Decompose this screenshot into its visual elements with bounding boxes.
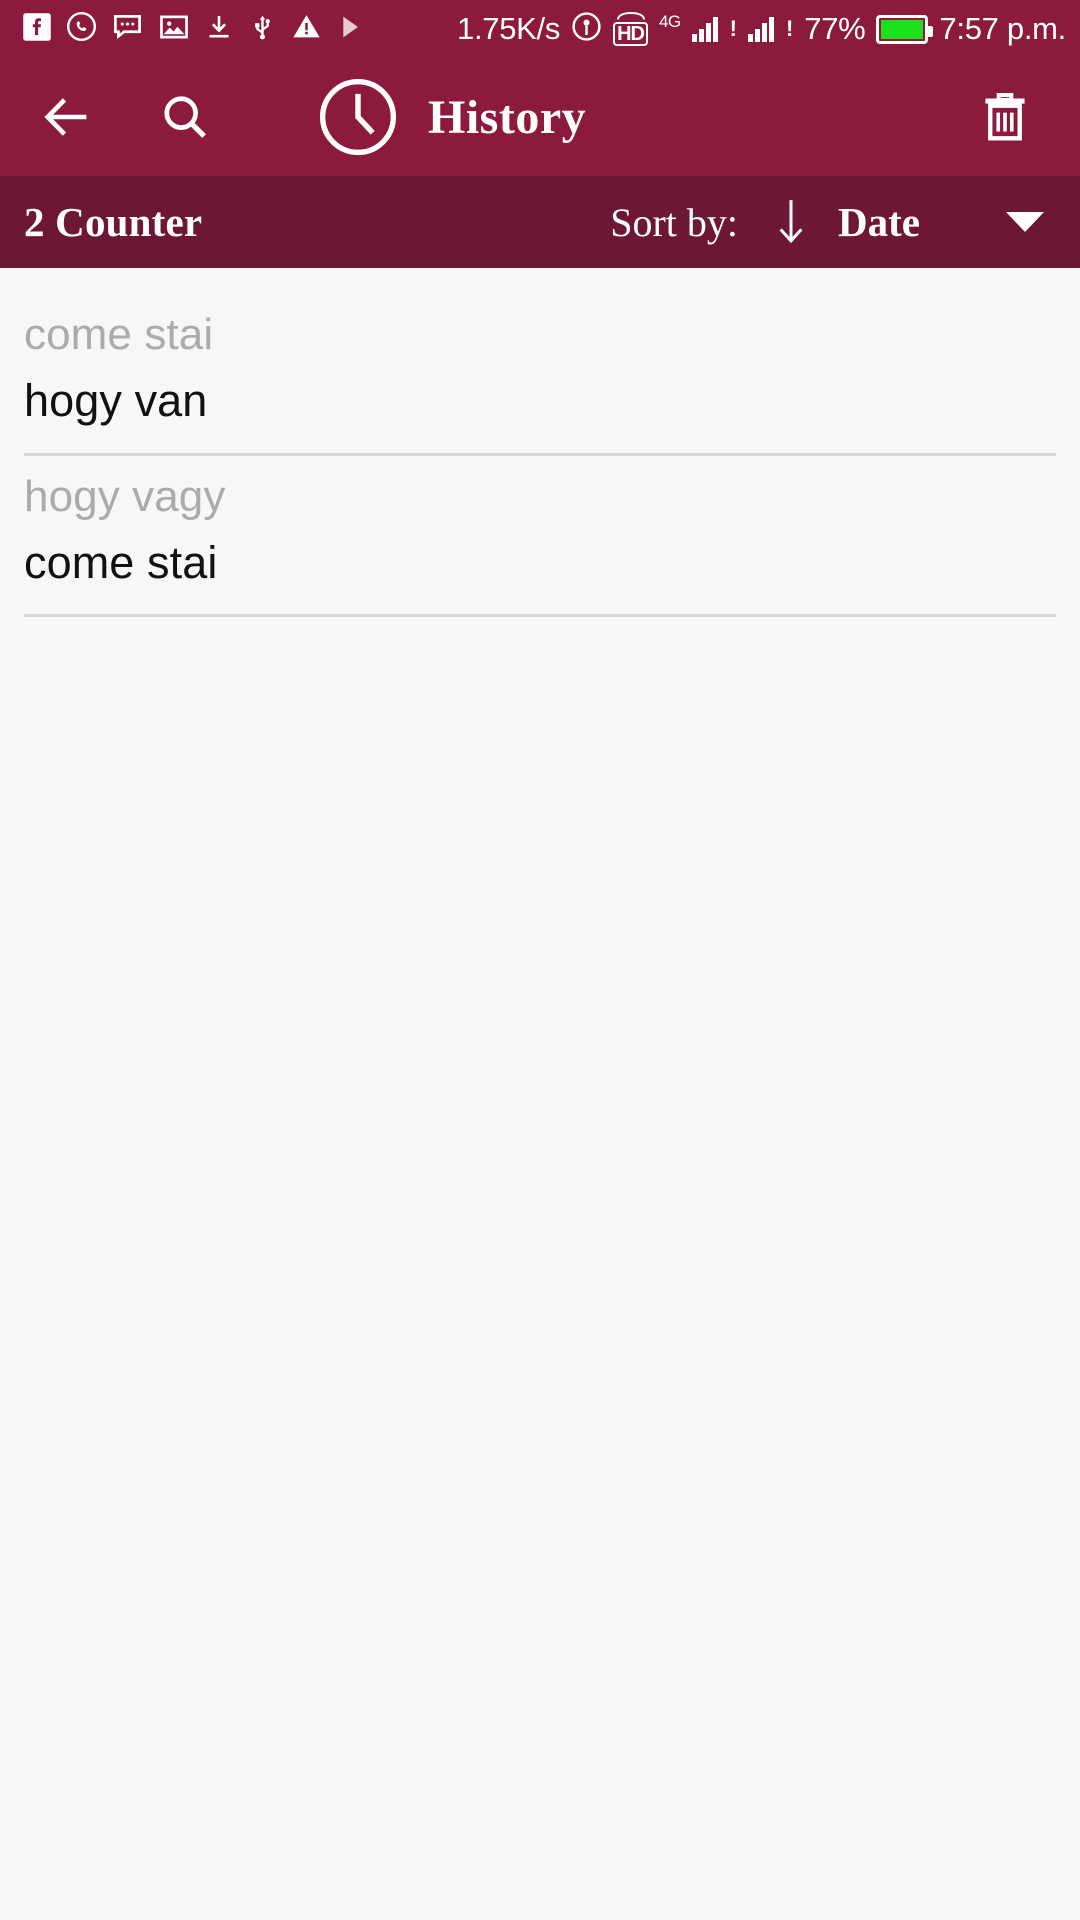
signal-alert-sim2: !	[785, 16, 794, 41]
clock-label: 7:57 p.m.	[939, 11, 1066, 46]
message-icon	[111, 10, 144, 48]
download-icon	[204, 12, 234, 47]
phone-screen: 1.75K/s HD 4G ! ! 77% 7:57 p.m. History …	[0, 0, 1080, 1920]
hd-label: HD	[613, 22, 648, 46]
search-button[interactable]	[144, 76, 226, 158]
sort-control[interactable]: Sort by: Date	[610, 197, 1044, 247]
sort-value-label[interactable]: Date	[838, 198, 920, 246]
whatsapp-icon	[66, 11, 97, 47]
network-speed-label: 1.75K/s	[457, 11, 561, 46]
signal-bars-sim2-icon	[747, 16, 774, 42]
list-item[interactable]: hogy vagy come stai	[0, 456, 1080, 618]
image-icon	[158, 11, 190, 48]
history-source-text: hogy vagy	[24, 471, 226, 521]
play-icon	[336, 12, 363, 47]
signal-alert-sim1: !	[729, 16, 737, 41]
history-translation-text: come stai	[24, 536, 218, 588]
status-bar-right-group: 1.75K/s HD 4G ! ! 77% 7:57 p.m.	[457, 11, 1066, 47]
network-type-label: 4G	[658, 12, 681, 31]
caret-down-icon[interactable]	[1006, 212, 1044, 232]
app-bar: History	[0, 58, 1080, 176]
sort-bar: 2 Counter Sort by: Date	[0, 176, 1080, 268]
history-list: come stai hogy van hogy vagy come stai	[0, 268, 1080, 618]
hotspot-icon	[571, 11, 602, 47]
signal-bars-sim1-icon	[691, 16, 718, 42]
status-bar-left-icons	[22, 10, 363, 48]
list-item[interactable]: come stai hogy van	[0, 294, 1080, 456]
page-title: History	[428, 90, 587, 144]
history-source-text: come stai	[24, 310, 214, 359]
search-icon	[164, 96, 206, 138]
back-button[interactable]	[26, 76, 108, 158]
battery-icon	[876, 14, 934, 44]
trash-icon	[985, 92, 1025, 141]
clock-icon	[319, 78, 397, 156]
arrow-down-icon	[779, 200, 803, 244]
history-counter-label: 2 Counter	[24, 199, 203, 245]
status-bar: 1.75K/s HD 4G ! ! 77% 7:57 p.m.	[0, 0, 1080, 58]
sort-by-label: Sort by:	[610, 199, 739, 245]
warning-icon	[291, 11, 322, 47]
list-divider	[24, 614, 1056, 618]
battery-percent-label: 77%	[804, 11, 866, 46]
facebook-icon	[22, 12, 52, 47]
usb-icon	[248, 12, 277, 46]
app-bar-title-group: History	[316, 75, 586, 159]
delete-history-button[interactable]	[964, 76, 1046, 158]
volte-hd-icon: HD	[613, 12, 648, 46]
back-arrow-icon	[44, 98, 87, 136]
history-translation-text: hogy van	[24, 375, 208, 427]
sort-direction-button[interactable]	[770, 197, 812, 247]
